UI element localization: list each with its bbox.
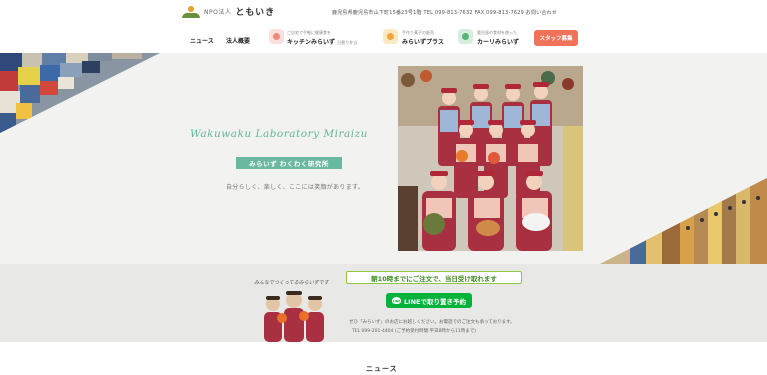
logo-mark-icon bbox=[182, 5, 200, 18]
nav-kitchen-miraizu[interactable]: キッチンみらいず 日替り弁当 bbox=[287, 37, 357, 46]
site-logo[interactable]: NPO法人 ともいき bbox=[182, 5, 275, 18]
hero-title: Wakuwaku Laboratory Miraizu bbox=[190, 128, 368, 140]
logo-sub-text: NPO法人 bbox=[204, 9, 232, 16]
curry-icon bbox=[458, 29, 473, 44]
nav-news[interactable]: ニュース bbox=[190, 36, 214, 45]
nav-curry-caption: 鹿児島の食材を使った bbox=[477, 30, 517, 35]
hero-slide-image[interactable] bbox=[398, 66, 583, 251]
sweets-icon bbox=[383, 29, 398, 44]
kitchen-icon bbox=[269, 29, 284, 44]
nav-curry-miraizu[interactable]: カーリみらいず bbox=[477, 37, 519, 46]
site-header: NPO法人 ともいき 鹿児島県鹿児島市山下町15番23号1階 TEL 099-8… bbox=[0, 0, 767, 53]
hero-subtitle: みらいず わくわく研究所 bbox=[236, 157, 342, 169]
line-logo-icon: LINE bbox=[392, 297, 402, 304]
nav-plus-caption: 手作り菓子の販売 bbox=[402, 30, 434, 35]
staff-recruit-button[interactable]: スタッフ募集 bbox=[534, 30, 578, 46]
mosaic-decoration-left bbox=[0, 53, 160, 133]
staff-group-photo bbox=[398, 66, 583, 251]
nav-about[interactable]: 法人概要 bbox=[226, 36, 250, 45]
hero-description: 自分らしく、楽しく、ここには笑顔があります。 bbox=[226, 184, 365, 191]
line-reserve-button[interactable]: LINE LINEで取り置き予約 bbox=[386, 293, 472, 308]
nav-kitchen-label: キッチンみらいず bbox=[287, 39, 336, 46]
order-deadline-headline: 朝10時までにご注文で、当日受け取れます bbox=[346, 271, 522, 284]
nav-kitchen-caption: ご自宅で手軽に健康食を bbox=[287, 30, 331, 35]
logo-main-text: ともいき bbox=[235, 8, 276, 18]
staff-mascot-illustration bbox=[264, 291, 324, 342]
header-contact-info: 鹿児島県鹿児島市山下町15番23号1階 TEL 099-813-7632 FAX… bbox=[332, 10, 557, 16]
hero-section: Wakuwaku Laboratory Miraizu みらいず わくわく研究所… bbox=[0, 53, 767, 264]
line-reserve-label: LINEで取り置き予約 bbox=[404, 297, 466, 306]
mosaic-decoration-right bbox=[600, 178, 767, 264]
nav-miraizu-plus[interactable]: みらいずプラス bbox=[402, 37, 444, 46]
banner-note-tel: TEL 099-201-4404 (ご予約受付時間:平日8時から11時まで) bbox=[352, 329, 476, 334]
nav-kitchen-tag: 日替り弁当 bbox=[337, 40, 358, 45]
news-section-title: ニュース bbox=[366, 365, 398, 373]
banner-note-visit: ぜひ「みらいず」のお店にお越しください。お電話でのご注文も承っております。 bbox=[349, 320, 515, 325]
